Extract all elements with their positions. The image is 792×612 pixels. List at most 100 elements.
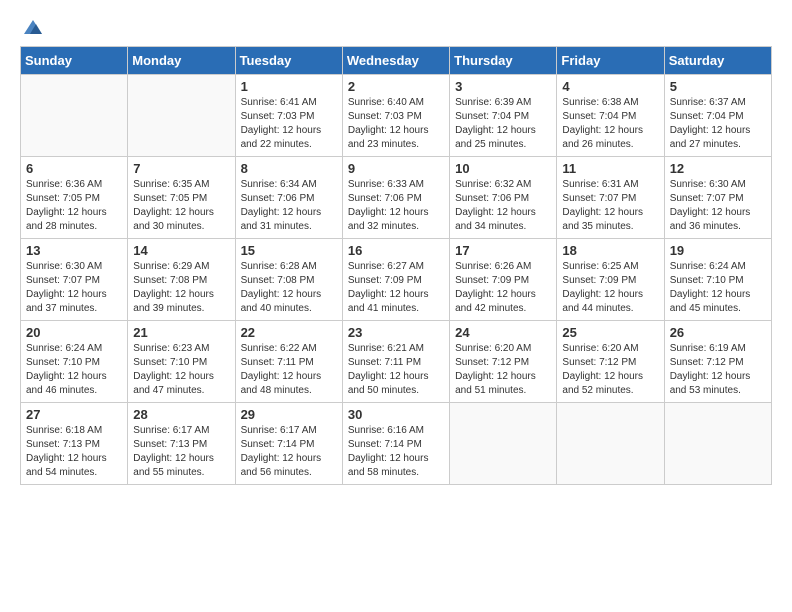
day-detail: Sunrise: 6:18 AM Sunset: 7:13 PM Dayligh… — [26, 424, 122, 480]
day-cell: 15 Sunrise: 6:28 AM Sunset: 7:08 PM Dayli… — [235, 239, 342, 321]
day-detail: Sunrise: 6:20 AM Sunset: 7:12 PM Dayligh… — [562, 342, 658, 398]
day-cell: 20 Sunrise: 6:24 AM Sunset: 7:10 PM Dayli… — [21, 321, 128, 403]
week-row: 13Sunrise: 6:30 AM Sunset: 7:07 PM Dayli… — [21, 239, 772, 321]
logo-icon — [22, 16, 44, 38]
header-day-friday: Friday — [557, 47, 664, 75]
day-cell: 29 Sunrise: 6:17 AM Sunset: 7:14 PM Dayli… — [235, 403, 342, 485]
day-detail: Sunrise: 6:33 AM Sunset: 7:06 PM Dayligh… — [348, 178, 444, 234]
day-detail: Sunrise: 6:30 AM Sunset: 7:07 PM Dayligh… — [670, 178, 766, 234]
header-day-saturday: Saturday — [664, 47, 771, 75]
day-detail: Sunrise: 6:32 AM Sunset: 7:06 PM Dayligh… — [455, 178, 551, 234]
day-detail: Sunrise: 6:24 AM Sunset: 7:10 PM Dayligh… — [670, 260, 766, 316]
day-cell — [664, 403, 771, 485]
day-cell: 5Sunrise: 6:37 AM Sunset: 7:04 PM Daylig… — [664, 75, 771, 157]
day-number: 4 — [562, 79, 658, 94]
day-cell — [21, 75, 128, 157]
day-number: 3 — [455, 79, 551, 94]
day-cell: 16 Sunrise: 6:27 AM Sunset: 7:09 PM Dayli… — [342, 239, 449, 321]
day-number: 22 — [241, 325, 337, 340]
day-number: 2 — [348, 79, 444, 94]
day-number: 9 — [348, 161, 444, 176]
day-detail: Sunrise: 6:17 AM Sunset: 7:14 PM Dayligh… — [241, 424, 337, 480]
day-cell: 25 Sunrise: 6:20 AM Sunset: 7:12 PM Dayli… — [557, 321, 664, 403]
day-number: 21 — [133, 325, 229, 340]
day-detail: Sunrise: 6:34 AM Sunset: 7:06 PM Dayligh… — [241, 178, 337, 234]
day-detail: Sunrise: 6:19 AM Sunset: 7:12 PM Dayligh… — [670, 342, 766, 398]
header-day-tuesday: Tuesday — [235, 47, 342, 75]
day-cell: 13Sunrise: 6:30 AM Sunset: 7:07 PM Dayli… — [21, 239, 128, 321]
day-cell: 30 Sunrise: 6:16 AM Sunset: 7:14 PM Dayli… — [342, 403, 449, 485]
day-cell: 11 Sunrise: 6:31 AM Sunset: 7:07 PM Dayli… — [557, 157, 664, 239]
day-detail: Sunrise: 6:40 AM Sunset: 7:03 PM Dayligh… — [348, 96, 444, 152]
week-row: 6Sunrise: 6:36 AM Sunset: 7:05 PM Daylig… — [21, 157, 772, 239]
page: SundayMondayTuesdayWednesdayThursdayFrid… — [0, 0, 792, 612]
day-number: 24 — [455, 325, 551, 340]
day-detail: Sunrise: 6:38 AM Sunset: 7:04 PM Dayligh… — [562, 96, 658, 152]
day-number: 11 — [562, 161, 658, 176]
header-day-wednesday: Wednesday — [342, 47, 449, 75]
day-detail: Sunrise: 6:41 AM Sunset: 7:03 PM Dayligh… — [241, 96, 337, 152]
day-detail: Sunrise: 6:16 AM Sunset: 7:14 PM Dayligh… — [348, 424, 444, 480]
day-detail: Sunrise: 6:21 AM Sunset: 7:11 PM Dayligh… — [348, 342, 444, 398]
day-number: 30 — [348, 407, 444, 422]
day-cell: 21Sunrise: 6:23 AM Sunset: 7:10 PM Dayli… — [128, 321, 235, 403]
day-number: 17 — [455, 243, 551, 258]
day-detail: Sunrise: 6:20 AM Sunset: 7:12 PM Dayligh… — [455, 342, 551, 398]
day-number: 26 — [670, 325, 766, 340]
day-number: 23 — [348, 325, 444, 340]
day-number: 14 — [133, 243, 229, 258]
day-cell: 14Sunrise: 6:29 AM Sunset: 7:08 PM Dayli… — [128, 239, 235, 321]
day-detail: Sunrise: 6:26 AM Sunset: 7:09 PM Dayligh… — [455, 260, 551, 316]
day-number: 27 — [26, 407, 122, 422]
day-detail: Sunrise: 6:39 AM Sunset: 7:04 PM Dayligh… — [455, 96, 551, 152]
day-detail: Sunrise: 6:24 AM Sunset: 7:10 PM Dayligh… — [26, 342, 122, 398]
day-cell: 22 Sunrise: 6:22 AM Sunset: 7:11 PM Dayli… — [235, 321, 342, 403]
header-day-monday: Monday — [128, 47, 235, 75]
day-number: 28 — [133, 407, 229, 422]
day-number: 18 — [562, 243, 658, 258]
day-number: 12 — [670, 161, 766, 176]
day-cell — [450, 403, 557, 485]
day-number: 16 — [348, 243, 444, 258]
day-detail: Sunrise: 6:35 AM Sunset: 7:05 PM Dayligh… — [133, 178, 229, 234]
day-cell: 4 Sunrise: 6:38 AM Sunset: 7:04 PM Daylig… — [557, 75, 664, 157]
day-cell: 8Sunrise: 6:34 AM Sunset: 7:06 PM Daylig… — [235, 157, 342, 239]
day-cell: 18 Sunrise: 6:25 AM Sunset: 7:09 PM Dayli… — [557, 239, 664, 321]
day-number: 25 — [562, 325, 658, 340]
day-cell — [128, 75, 235, 157]
day-detail: Sunrise: 6:25 AM Sunset: 7:09 PM Dayligh… — [562, 260, 658, 316]
day-number: 29 — [241, 407, 337, 422]
day-detail: Sunrise: 6:17 AM Sunset: 7:13 PM Dayligh… — [133, 424, 229, 480]
header-row: SundayMondayTuesdayWednesdayThursdayFrid… — [21, 47, 772, 75]
day-number: 15 — [241, 243, 337, 258]
calendar-table: SundayMondayTuesdayWednesdayThursdayFrid… — [20, 46, 772, 485]
day-detail: Sunrise: 6:22 AM Sunset: 7:11 PM Dayligh… — [241, 342, 337, 398]
day-cell: 28 Sunrise: 6:17 AM Sunset: 7:13 PM Dayli… — [128, 403, 235, 485]
day-detail: Sunrise: 6:30 AM Sunset: 7:07 PM Dayligh… — [26, 260, 122, 316]
day-number: 20 — [26, 325, 122, 340]
day-cell: 10 Sunrise: 6:32 AM Sunset: 7:06 PM Dayli… — [450, 157, 557, 239]
logo — [20, 16, 44, 38]
day-cell: 17 Sunrise: 6:26 AM Sunset: 7:09 PM Dayli… — [450, 239, 557, 321]
day-cell: 27 Sunrise: 6:18 AM Sunset: 7:13 PM Dayli… — [21, 403, 128, 485]
header-day-sunday: Sunday — [21, 47, 128, 75]
day-cell: 3 Sunrise: 6:39 AM Sunset: 7:04 PM Daylig… — [450, 75, 557, 157]
day-cell: 9 Sunrise: 6:33 AM Sunset: 7:06 PM Daylig… — [342, 157, 449, 239]
week-row: 27 Sunrise: 6:18 AM Sunset: 7:13 PM Dayli… — [21, 403, 772, 485]
day-number: 7 — [133, 161, 229, 176]
day-detail: Sunrise: 6:36 AM Sunset: 7:05 PM Dayligh… — [26, 178, 122, 234]
day-number: 5 — [670, 79, 766, 94]
day-cell: 23 Sunrise: 6:21 AM Sunset: 7:11 PM Dayli… — [342, 321, 449, 403]
day-cell: 24 Sunrise: 6:20 AM Sunset: 7:12 PM Dayli… — [450, 321, 557, 403]
day-cell: 19Sunrise: 6:24 AM Sunset: 7:10 PM Dayli… — [664, 239, 771, 321]
week-row: 20 Sunrise: 6:24 AM Sunset: 7:10 PM Dayli… — [21, 321, 772, 403]
day-number: 1 — [241, 79, 337, 94]
day-number: 10 — [455, 161, 551, 176]
day-detail: Sunrise: 6:27 AM Sunset: 7:09 PM Dayligh… — [348, 260, 444, 316]
day-detail: Sunrise: 6:28 AM Sunset: 7:08 PM Dayligh… — [241, 260, 337, 316]
day-detail: Sunrise: 6:31 AM Sunset: 7:07 PM Dayligh… — [562, 178, 658, 234]
header — [20, 16, 772, 38]
day-cell: 6Sunrise: 6:36 AM Sunset: 7:05 PM Daylig… — [21, 157, 128, 239]
day-cell: 1 Sunrise: 6:41 AM Sunset: 7:03 PM Daylig… — [235, 75, 342, 157]
day-cell: 12 Sunrise: 6:30 AM Sunset: 7:07 PM Dayli… — [664, 157, 771, 239]
